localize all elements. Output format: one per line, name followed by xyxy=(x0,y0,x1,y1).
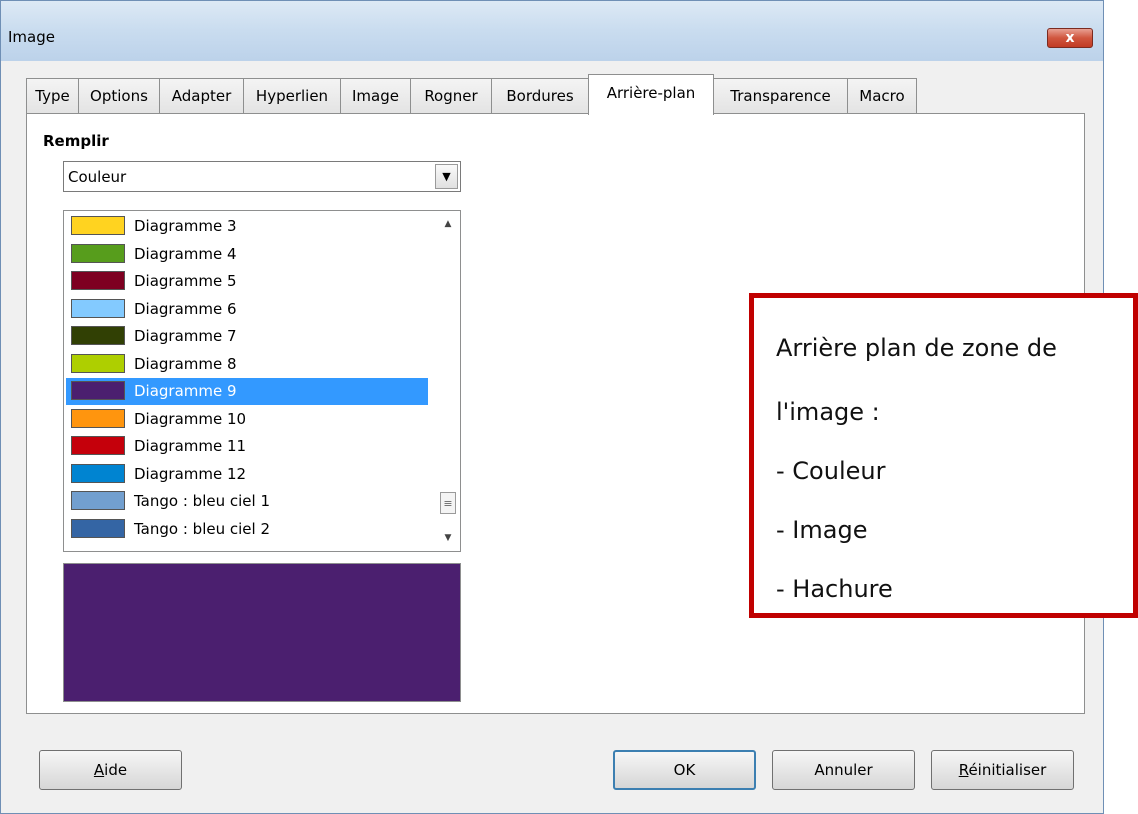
color-swatch xyxy=(71,518,125,538)
fill-type-value: Couleur xyxy=(68,168,127,186)
color-label: Diagramme 9 xyxy=(134,382,237,400)
color-label: Tango : bleu ciel 2 xyxy=(134,519,270,538)
color-swatch xyxy=(71,243,125,263)
tab-type[interactable]: Type xyxy=(26,78,79,114)
color-list-item[interactable]: Diagramme 10 xyxy=(66,406,428,433)
help-button-label: Aide xyxy=(93,761,128,779)
dialog-title: Image xyxy=(8,28,55,46)
cancel-button-label: Annuler xyxy=(814,761,873,779)
color-list-item[interactable]: Tango : bleu ciel 2 xyxy=(66,516,428,543)
tab-transparency[interactable]: Transparence xyxy=(713,78,848,114)
tab-hyperlink[interactable]: Hyperlien xyxy=(243,78,341,114)
color-swatch xyxy=(71,436,125,455)
color-label: Diagramme 7 xyxy=(134,327,237,345)
callout-line: - Couleur xyxy=(776,457,886,485)
reset-button-label: Réinitialiser xyxy=(958,761,1047,779)
color-label: Diagramme 12 xyxy=(134,464,247,483)
color-swatch xyxy=(71,408,125,428)
tab-adapter[interactable]: Adapter xyxy=(159,78,244,114)
reset-button[interactable]: Réinitialiser xyxy=(931,750,1074,790)
fill-type-dropdown[interactable]: Couleur ▼ xyxy=(63,161,461,192)
color-list[interactable]: Diagramme 3 Diagramme 4 Diagramme 5 Diagram… xyxy=(63,210,461,552)
color-list-scrollbar[interactable]: ▲ ≡ ▼ xyxy=(436,211,460,551)
cancel-button[interactable]: Annuler xyxy=(772,750,915,790)
scroll-down-icon[interactable]: ▼ xyxy=(436,527,460,549)
color-swatch xyxy=(71,271,125,290)
color-label: Diagramme 11 xyxy=(134,437,247,455)
close-icon: x xyxy=(1065,30,1075,46)
color-list-item[interactable]: Diagramme 11 xyxy=(66,433,428,460)
color-list-item[interactable]: Diagramme 8 xyxy=(66,351,428,378)
chevron-down-icon[interactable]: ▼ xyxy=(435,164,458,189)
color-list-item[interactable]: Diagramme 6 xyxy=(66,296,428,323)
color-label: Diagramme 6 xyxy=(134,299,237,318)
ok-button-label: OK xyxy=(673,761,696,779)
color-label: Diagramme 10 xyxy=(134,409,247,428)
fill-section-label: Remplir xyxy=(43,132,109,150)
tab-background[interactable]: Arrière-plan xyxy=(588,74,714,115)
callout-line: - Hachure xyxy=(776,575,893,603)
color-list-item[interactable]: Tango : bleu ciel 1 xyxy=(66,488,428,515)
callout-line: - Image xyxy=(776,516,868,544)
help-button[interactable]: Aide xyxy=(39,750,182,790)
annotation-callout: Arrière plan de zone de l'image : - Coul… xyxy=(749,293,1138,618)
color-swatch xyxy=(71,353,125,373)
tab-options[interactable]: Options xyxy=(78,78,160,114)
tab-borders[interactable]: Bordures xyxy=(491,78,589,114)
color-label: Tango : bleu ciel 1 xyxy=(134,492,270,510)
close-button[interactable]: x xyxy=(1047,28,1093,48)
scroll-up-icon[interactable]: ▲ xyxy=(436,213,460,235)
color-swatch xyxy=(71,463,125,483)
color-swatch xyxy=(71,381,125,400)
ok-button[interactable]: OK xyxy=(613,750,756,790)
color-list-item[interactable]: Diagramme 3 xyxy=(66,213,428,240)
color-list-item[interactable]: Diagramme 5 xyxy=(66,268,428,295)
color-preview xyxy=(63,563,461,702)
color-swatch xyxy=(71,216,125,235)
color-label: Diagramme 5 xyxy=(134,272,237,290)
color-list-item[interactable]: Diagramme 9 xyxy=(66,378,428,405)
color-label: Diagramme 4 xyxy=(134,244,237,263)
color-swatch xyxy=(71,491,125,510)
callout-line: Arrière plan de zone de xyxy=(776,334,1057,362)
tab-image[interactable]: Image xyxy=(340,78,411,114)
color-label: Diagramme 8 xyxy=(134,354,237,373)
scroll-thumb[interactable]: ≡ xyxy=(440,492,456,514)
color-list-item[interactable]: Diagramme 7 xyxy=(66,323,428,350)
tab-crop[interactable]: Rogner xyxy=(410,78,492,114)
title-bar: Image x xyxy=(1,1,1103,61)
tab-macro[interactable]: Macro xyxy=(847,78,917,114)
color-label: Diagramme 3 xyxy=(134,217,237,235)
color-list-item[interactable]: Diagramme 12 xyxy=(66,461,428,488)
callout-line: l'image : xyxy=(776,398,880,426)
color-list-item[interactable]: Diagramme 4 xyxy=(66,241,428,268)
color-swatch xyxy=(71,298,125,318)
color-swatch xyxy=(71,326,125,345)
